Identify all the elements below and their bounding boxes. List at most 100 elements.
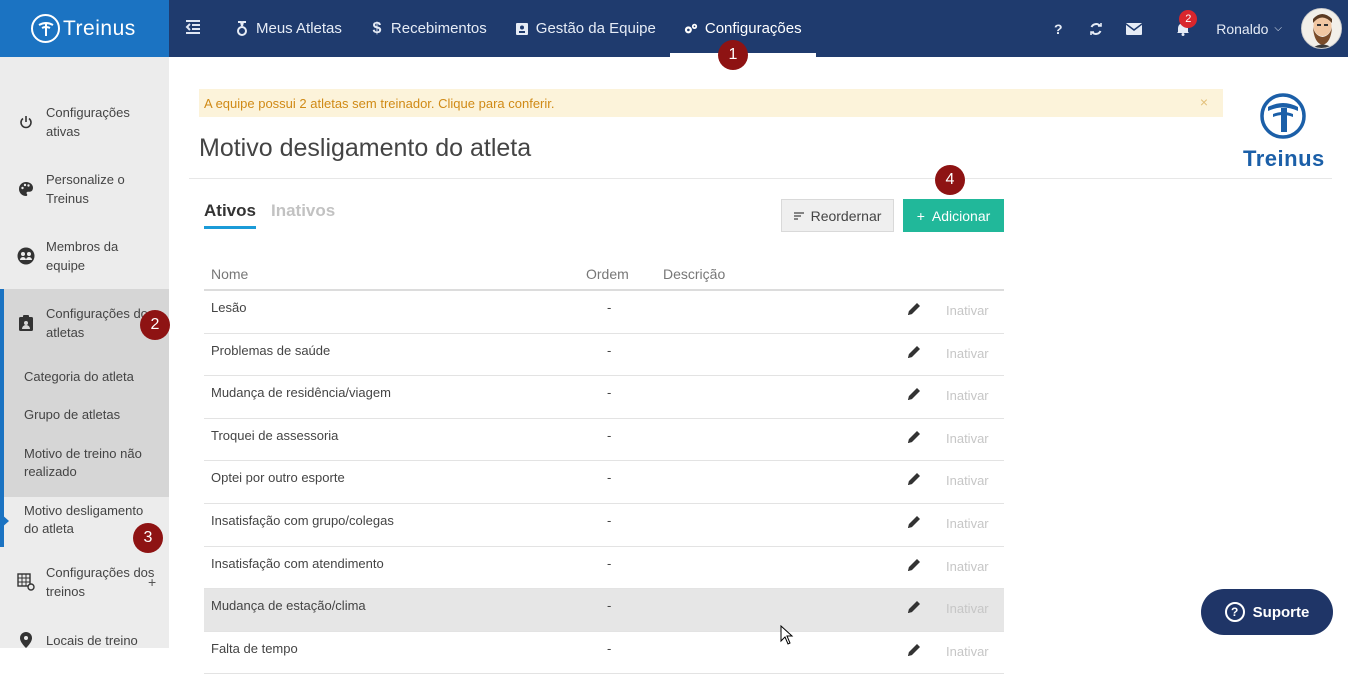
nav-gestao-equipe[interactable]: Gestão da Equipe xyxy=(501,0,670,57)
inactivate-link[interactable]: Inativar xyxy=(946,388,989,403)
collapse-sidebar-icon[interactable] xyxy=(184,18,202,38)
row-order: - xyxy=(607,300,612,315)
table-row[interactable]: Troquei de assessoria - Inativar xyxy=(204,419,1004,462)
column-header-order[interactable]: Ordem xyxy=(586,266,629,282)
notifications-icon[interactable]: 2 xyxy=(1173,9,1198,39)
inactivate-link[interactable]: Inativar xyxy=(946,303,989,318)
add-button[interactable]: + Adicionar xyxy=(903,199,1004,232)
inactivate-link[interactable]: Inativar xyxy=(946,559,989,574)
edit-icon[interactable] xyxy=(907,345,923,361)
column-header-name[interactable]: Nome xyxy=(211,266,248,282)
table-row[interactable]: Mudança de residência/viagem - Inativar xyxy=(204,376,1004,419)
edit-icon[interactable] xyxy=(907,472,923,488)
nav-label: Configurações xyxy=(704,20,802,37)
row-name: Falta de tempo xyxy=(211,640,298,656)
add-label: Adicionar xyxy=(931,207,991,224)
palette-icon xyxy=(17,180,35,198)
sort-icon xyxy=(793,209,804,223)
row-order: - xyxy=(607,512,612,528)
tabs: Ativos Inativos xyxy=(204,201,350,229)
inactivate-link[interactable]: Inativar xyxy=(946,346,989,361)
sidebar-item-personalize[interactable]: Personalize o Treinus xyxy=(0,170,169,208)
table-row[interactable]: Optei por outro esporte - Inativar xyxy=(204,461,1004,504)
nav-recebimentos[interactable]: $ Recebimentos xyxy=(356,0,501,57)
team-icon xyxy=(17,247,35,265)
id-card-icon xyxy=(515,21,529,37)
mouse-cursor-icon xyxy=(780,625,794,645)
sidebar: Configurações ativas Personalize o Trein… xyxy=(0,57,169,648)
row-order: - xyxy=(607,598,612,614)
inactivate-link[interactable]: Inativar xyxy=(946,431,989,446)
edit-icon[interactable] xyxy=(907,302,923,318)
row-name: Lesão xyxy=(211,300,247,315)
nav-label: Meus Atletas xyxy=(256,20,342,37)
edit-icon[interactable] xyxy=(907,643,923,659)
tab-inativos[interactable]: Inativos xyxy=(271,201,335,229)
table-row[interactable]: Mudança de estação/clima - Inativar xyxy=(204,589,1004,632)
help-icon[interactable]: ? xyxy=(1048,19,1068,39)
close-icon[interactable]: × xyxy=(1200,94,1208,110)
inactivate-link[interactable]: Inativar xyxy=(946,516,989,531)
sidebar-item-locais[interactable]: Locais de treino xyxy=(0,630,169,650)
table-row[interactable]: Insatisfação com grupo/colegas - Inativar xyxy=(204,504,1004,547)
edit-icon[interactable] xyxy=(907,600,923,616)
row-name: Mudança de residência/viagem xyxy=(211,385,391,401)
alert-text: A equipe possui 2 atletas sem treinador.… xyxy=(204,95,555,111)
table-row[interactable]: Problemas de saúde - Inativar xyxy=(204,334,1004,377)
edit-icon[interactable] xyxy=(907,558,923,574)
support-label: Suporte xyxy=(1252,603,1310,621)
mail-icon[interactable] xyxy=(1124,19,1144,39)
row-name: Insatisfação com atendimento xyxy=(211,555,384,571)
step-marker-3: 3 xyxy=(133,523,163,553)
row-order: - xyxy=(607,640,612,656)
power-icon xyxy=(17,113,35,131)
table-row[interactable]: Lesão - Inativar xyxy=(204,291,1004,334)
edit-icon[interactable] xyxy=(907,387,923,403)
inactivate-link[interactable]: Inativar xyxy=(946,473,989,488)
divider xyxy=(189,178,1332,179)
gears-icon xyxy=(684,21,698,37)
brand-logo[interactable]: Treinus xyxy=(0,0,169,57)
edit-icon[interactable] xyxy=(907,430,923,446)
sidebar-subitem-categoria[interactable]: Categoria do atleta xyxy=(24,368,159,386)
sidebar-item-configuracoes-ativas[interactable]: Configurações ativas xyxy=(0,103,169,141)
nav-meus-atletas[interactable]: Meus Atletas xyxy=(221,0,356,57)
table-header: Nome Ordem Descrição xyxy=(204,256,1004,291)
row-name: Problemas de saúde xyxy=(211,342,331,358)
support-button[interactable]: ? Suporte xyxy=(1201,589,1333,635)
step-marker-4: 4 xyxy=(935,165,965,195)
column-header-description[interactable]: Descrição xyxy=(663,266,725,282)
sidebar-item-label: Locais de treino xyxy=(46,632,138,648)
edit-icon[interactable] xyxy=(907,515,923,531)
row-order: - xyxy=(607,427,612,443)
row-order: - xyxy=(607,385,612,401)
sidebar-item-configuracoes-treinos[interactable]: Configurações dos treinos + xyxy=(0,563,169,601)
table-row[interactable]: Insatisfação com atendimento - Inativar xyxy=(204,547,1004,590)
top-right-actions: ? 2 Ronaldo ⌵ xyxy=(1039,0,1348,57)
step-marker-2: 2 xyxy=(140,310,170,340)
nav-label: Gestão da Equipe xyxy=(535,20,656,37)
alert-banner[interactable]: A equipe possui 2 atletas sem treinador.… xyxy=(199,89,1223,117)
row-name: Insatisfação com grupo/colegas xyxy=(211,512,394,528)
sync-icon[interactable] xyxy=(1086,19,1106,39)
help-circle-icon: ? xyxy=(1224,602,1245,622)
reasons-table: Nome Ordem Descrição Lesão - Inativar Probl… xyxy=(204,256,1004,674)
sidebar-item-membros[interactable]: Membros da equipe xyxy=(0,237,169,275)
user-menu[interactable]: Ronaldo ⌵ xyxy=(1216,21,1282,37)
user-name: Ronaldo xyxy=(1216,20,1269,37)
expand-icon[interactable]: + xyxy=(148,573,156,592)
row-name: Troquei de assessoria xyxy=(211,427,339,443)
chevron-down-icon: ⌵ xyxy=(1274,23,1282,34)
sidebar-item-label: Membros da equipe xyxy=(46,239,119,273)
inactivate-link[interactable]: Inativar xyxy=(946,601,989,616)
reorder-button[interactable]: Reordernar xyxy=(781,199,894,232)
tab-ativos[interactable]: Ativos xyxy=(204,201,256,229)
sidebar-subitem-treino-nao-realizado[interactable]: Motivo de treino não realizado xyxy=(24,445,159,481)
row-name: Optei por outro esporte xyxy=(211,470,345,486)
inactivate-link[interactable]: Inativar xyxy=(946,644,989,659)
sidebar-subitem-grupo[interactable]: Grupo de atletas xyxy=(24,406,159,424)
logo-text: Treinus xyxy=(1243,146,1325,171)
avatar[interactable] xyxy=(1301,8,1342,49)
table-row[interactable]: Falta de tempo - Inativar xyxy=(204,632,1004,674)
table-body: Lesão - Inativar Problemas de saúde - Inativa… xyxy=(204,291,1004,674)
